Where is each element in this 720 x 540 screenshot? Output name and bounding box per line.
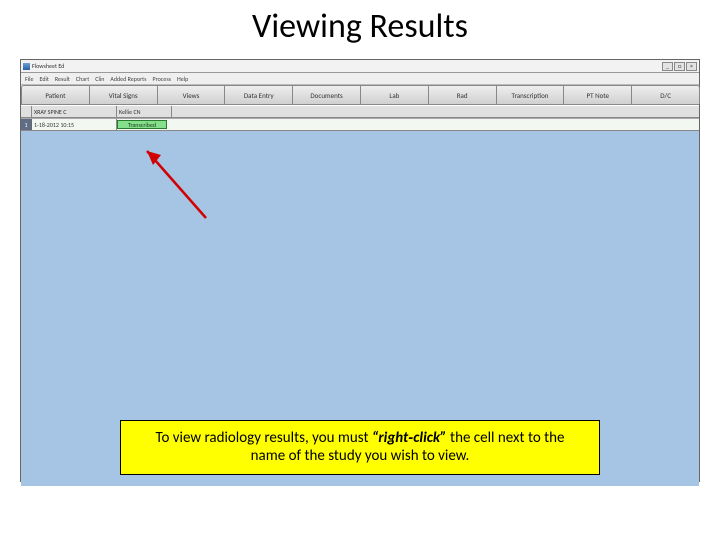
column-header-a[interactable]: XRAY SPINE C (32, 106, 117, 117)
tab-views[interactable]: Views (157, 85, 226, 104)
menu-item[interactable]: Process (153, 75, 171, 83)
cell-result-status[interactable]: Transcribed (117, 120, 167, 129)
column-header-row: XRAY SPINE C Kellie CN (21, 105, 699, 118)
cell-timestamp[interactable]: 1-18-2012 10:15 (32, 119, 117, 130)
app-icon (23, 63, 30, 70)
window-controls: _ □ × (662, 62, 697, 71)
tab-dc[interactable]: D/C (631, 85, 700, 104)
window-titlebar: Flowsheet Ed _ □ × (21, 60, 699, 73)
menu-item[interactable]: Chart (76, 75, 89, 83)
tab-lab[interactable]: Lab (360, 85, 429, 104)
menu-item[interactable]: Help (177, 75, 188, 83)
tab-rad[interactable]: Rad (428, 85, 497, 104)
tab-patient[interactable]: Patient (21, 85, 90, 104)
row-num-gutter (21, 106, 32, 117)
window-title: Flowsheet Ed (32, 62, 64, 70)
tab-data-entry[interactable]: Data Entry (224, 85, 293, 104)
app-screenshot: Flowsheet Ed _ □ × File Edit Result Char… (20, 59, 700, 482)
menu-item[interactable]: Result (55, 75, 70, 83)
menu-item[interactable]: Edit (40, 75, 49, 83)
instruction-text-em: “right‑click” (372, 429, 447, 447)
maximize-button[interactable]: □ (674, 62, 685, 71)
menubar: File Edit Result Chart Clin Added Report… (21, 73, 699, 85)
menu-item[interactable]: Clin (95, 75, 104, 83)
close-button[interactable]: × (686, 62, 697, 71)
grid-body: 1 1-18-2012 10:15 Transcribed To view ra… (21, 118, 699, 486)
slide-title: Viewing Results (0, 6, 720, 47)
tab-documents[interactable]: Documents (292, 85, 361, 104)
row-number: 1 (21, 119, 32, 130)
tab-pt-note[interactable]: PT Note (563, 85, 632, 104)
menu-item[interactable]: File (25, 75, 34, 83)
tab-vital-signs[interactable]: Vital Signs (89, 85, 158, 104)
column-header-b[interactable]: Kellie CN (117, 106, 172, 117)
table-row: 1 1-18-2012 10:15 Transcribed (21, 118, 699, 131)
minimize-button[interactable]: _ (662, 62, 673, 71)
tabstrip: Patient Vital Signs Views Data Entry Doc… (21, 85, 699, 105)
instruction-callout: To view radiology results, you must “rig… (120, 420, 600, 476)
instruction-text-pre: To view radiology results, you must (155, 429, 371, 447)
menu-item[interactable]: Added Reports (110, 75, 146, 83)
callout-arrow-icon (131, 143, 221, 223)
tab-transcription[interactable]: Transcription (496, 85, 565, 104)
